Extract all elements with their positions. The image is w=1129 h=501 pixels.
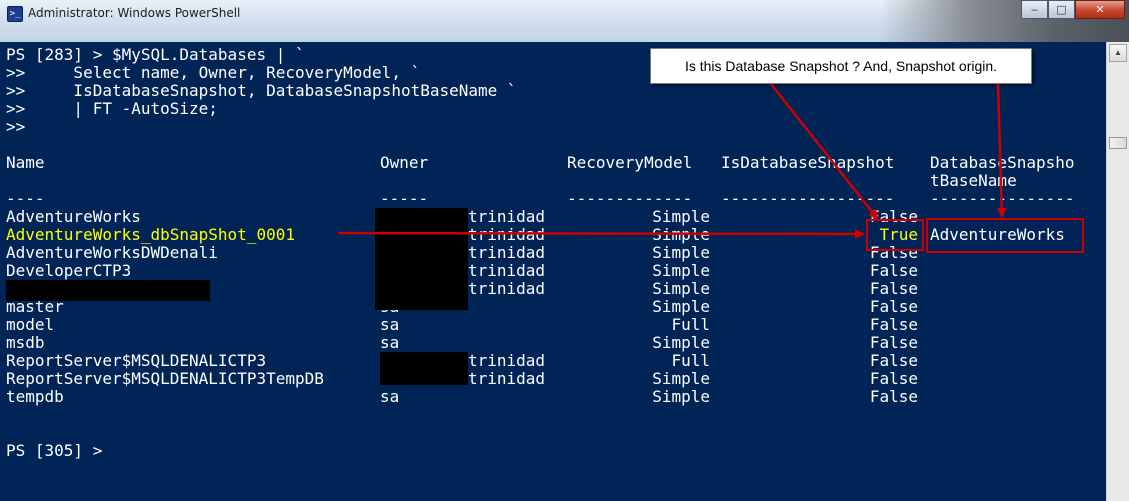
row-recovery-model: Simple: [652, 261, 710, 280]
separator-is-snapshot: ------------------: [721, 189, 895, 208]
row-name: DeveloperCTP3: [6, 261, 132, 280]
command-line: >> IsDatabaseSnapshot, DatabaseSnapshotB…: [6, 81, 517, 100]
header-recovery-model: RecoveryModel: [567, 153, 693, 172]
row-recovery-model: Simple: [652, 387, 710, 406]
highlight-true-box: [866, 219, 924, 251]
header-is-snapshot: IsDatabaseSnapshot: [721, 153, 895, 172]
window-controls: ‒ □ ✕: [1021, 0, 1125, 20]
row-owner: sa: [380, 333, 400, 352]
row-owner: trinidad: [468, 351, 546, 370]
row-is-snapshot: False: [869, 261, 918, 280]
row-is-snapshot: False: [869, 369, 918, 388]
row-recovery-model: Full: [671, 351, 710, 370]
maximize-icon: □: [1056, 3, 1067, 16]
row-owner: trinidad: [468, 369, 546, 388]
row-is-snapshot: False: [869, 333, 918, 352]
row-recovery-model: Simple: [652, 243, 710, 262]
row-owner: trinidad: [468, 225, 546, 244]
header-name: Name: [6, 153, 45, 172]
redaction-owner-block-2: [380, 352, 468, 385]
powershell-icon[interactable]: >_: [7, 6, 23, 22]
row-owner: sa: [380, 387, 400, 406]
powershell-window: >_ Administrator: Windows PowerShell ‒ □…: [0, 0, 1129, 501]
separator-base-name: ---------------: [930, 189, 1075, 208]
row-name: ReportServer$MSQLDENALICTP3: [6, 351, 267, 370]
header-owner: Owner: [380, 153, 429, 172]
window-title: Administrator: Windows PowerShell: [28, 6, 241, 20]
row-owner: trinidad: [468, 261, 546, 280]
row-is-snapshot: False: [869, 297, 918, 316]
vertical-scrollbar[interactable]: ▲: [1106, 42, 1129, 501]
separator-recovery-model: -------------: [567, 189, 693, 208]
row-is-snapshot: False: [869, 387, 918, 406]
scroll-up-arrow-icon[interactable]: ▲: [1109, 44, 1127, 62]
highlight-base-name-box: [926, 218, 1084, 253]
row-is-snapshot: False: [869, 315, 918, 334]
console-area[interactable]: PS [283] > $MySQL.Databases | ` >> Select…: [0, 42, 1106, 501]
close-icon: ✕: [1095, 3, 1105, 16]
header-base-name: DatabaseSnapsho: [930, 153, 1075, 172]
row-recovery-model: Simple: [652, 279, 710, 298]
command-line: >> | FT -AutoSize;: [6, 99, 218, 118]
minimize-icon: ‒: [1031, 3, 1038, 16]
row-name: ReportServer$MSQLDENALICTP3TempDB: [6, 369, 324, 388]
minimize-button[interactable]: ‒: [1021, 0, 1048, 19]
scrollbar-thumb[interactable]: [1109, 137, 1127, 149]
row-owner: sa: [380, 315, 400, 334]
maximize-button[interactable]: □: [1048, 0, 1075, 19]
separator-name: ----: [6, 189, 45, 208]
redaction-name: [6, 280, 210, 301]
title-bar[interactable]: >_ Administrator: Windows PowerShell ‒ □…: [0, 0, 1129, 42]
row-name: model: [6, 315, 55, 334]
row-name: AdventureWorks_dbSnapShot_0001: [6, 225, 295, 244]
row-recovery-model: Simple: [652, 207, 710, 226]
redaction-owner-block: [375, 208, 468, 310]
row-is-snapshot: False: [869, 351, 918, 370]
final-prompt: PS [305] >: [6, 441, 103, 460]
row-owner: trinidad: [468, 207, 546, 226]
row-owner: trinidad: [468, 279, 546, 298]
row-recovery-model: Simple: [652, 369, 710, 388]
row-recovery-model: Simple: [652, 225, 710, 244]
command-line: PS [283] > $MySQL.Databases | `: [6, 45, 305, 64]
header-base-name-wrap: tBaseName: [930, 171, 1017, 190]
row-recovery-model: Simple: [652, 297, 710, 316]
row-name: AdventureWorks: [6, 207, 141, 226]
close-button[interactable]: ✕: [1075, 0, 1125, 19]
command-line: >>: [6, 117, 26, 136]
row-recovery-model: Simple: [652, 333, 710, 352]
row-name: AdventureWorksDWDenali: [6, 243, 218, 262]
separator-owner: -----: [380, 189, 429, 208]
command-line: >> Select name, Owner, RecoveryModel, `: [6, 63, 421, 82]
row-is-snapshot: False: [869, 279, 918, 298]
row-recovery-model: Full: [671, 315, 710, 334]
row-owner: trinidad: [468, 243, 546, 262]
row-name: tempdb: [6, 387, 64, 406]
row-name: msdb: [6, 333, 45, 352]
annotation-callout: Is this Database Snapshot ? And, Snapsho…: [650, 48, 1032, 84]
